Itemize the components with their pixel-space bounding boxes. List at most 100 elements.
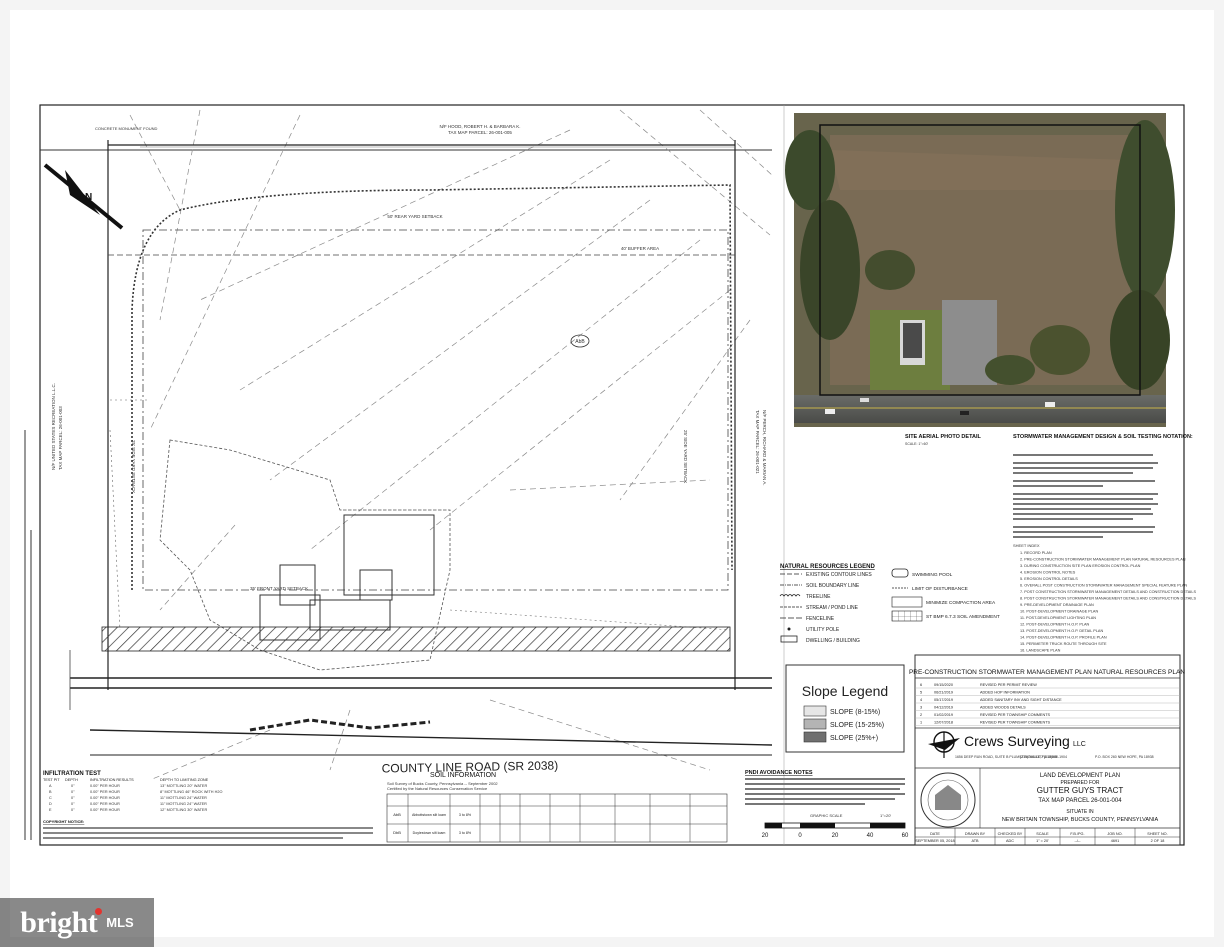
legend-item-label: SWIMMING POOL (912, 572, 953, 578)
title-block: PRE-CONSTRUCTION STORMWATER MANAGEMENT P… (909, 654, 1185, 846)
legend-item-label: ST BMP 6.7.3 SOIL AMENDMENT (926, 614, 1000, 620)
legend-item-fence: FENCELINE (780, 616, 835, 622)
legend-item-label: SOIL BOUNDARY LINE (806, 583, 860, 589)
slope-swatch (803, 731, 827, 743)
sheet-index-item: 6. OVERALL POST CONSTRUCTION STORMWATER … (1020, 584, 1187, 588)
scale-tick-label: 20 (762, 833, 769, 839)
soil-name: Abbottstown silt loam (412, 813, 446, 817)
legend-item-label: FENCELINE (806, 616, 835, 622)
soil-amendment-icon (891, 610, 923, 622)
footer-header: CHECKED BY (998, 832, 1023, 836)
company-po: P.O. BOX 260 NEW HOPE, PA 18938 (1095, 755, 1154, 759)
company-phone: (215)766-0377 (215)840-1904 (1020, 755, 1067, 759)
infiltration-cell: 13" MOTTLING 20" WATER (160, 784, 207, 788)
soil-info-title: SOIL INFORMATION (430, 772, 496, 779)
neighbor-top-parcel: TAX MAP PARCEL: 26-001-005 (448, 130, 512, 135)
front-setback-label: 35' FRONT YARD SETBACK (250, 586, 308, 591)
sheet-index-item: 11. POST-DEVELOPMENT LIGHTING PLAN (1020, 616, 1096, 620)
infiltration-cell: 11" MOTTLING 24" WATER (160, 802, 207, 806)
revision-number: 5 (920, 691, 922, 695)
infiltration-header: INFILTRATION RESULTS (90, 778, 134, 782)
revision-description: REVISED PER PERMIT REVIEW (980, 683, 1037, 687)
dwelling-symbol-icon (780, 635, 798, 643)
soil-info-certified: Certified by the Natural Resources Conse… (387, 786, 488, 791)
bright-logo-text: bright (20, 905, 98, 939)
slope-item-label: SLOPE (8-15%) (830, 709, 880, 716)
sheet-index-item: 7. POST CONSTRUCTION STORMWATER MANAGEME… (1020, 590, 1196, 594)
revision-date: 09/15/2020 (934, 683, 953, 687)
infiltration-cell: 0" (71, 790, 75, 794)
revision-date: 05/17/2019 (934, 698, 953, 702)
sheet-index-item: 14. POST-DEVELOPMENT H.O.P. PROFILE PLAN (1020, 636, 1107, 640)
pndi-notes-text (745, 778, 905, 805)
sheet-index-item: 8. POST CONSTRUCTION STORMWATER MANAGEME… (1020, 597, 1196, 601)
sheet-index-item: 16. LANDSCAPE PLAN (1020, 649, 1061, 653)
infiltration-cell: D (49, 802, 52, 806)
revision-date: 12/07/2018 (934, 721, 953, 725)
soil-name: Doylestown silt loam (413, 831, 446, 835)
tract-name: GUTTER GUYS TRACT (1037, 786, 1124, 795)
project-type: LAND DEVELOPMENT PLAN (1040, 773, 1120, 779)
neighbor-right-label: N/F PERCH, RICHARD & MARIAN A. (762, 410, 767, 486)
setback-envelope (142, 229, 729, 591)
sheet-index-item: 5. EROSION CONTROL DETAILS (1020, 577, 1078, 581)
parcel-number: TAX MAP PARCEL 26-001-004 (1038, 798, 1122, 804)
plan-title: PRE-CONSTRUCTION STORMWATER MANAGEMENT P… (909, 669, 1185, 676)
infiltration-cell: 0.00" PER HOUR (90, 796, 120, 800)
stormwater-title: STORMWATER MANAGEMENT DESIGN & SOIL TEST… (1013, 434, 1193, 440)
legend-item-label: LIMIT OF DISTURBANCE (912, 586, 968, 592)
revision-description: REVISED PER TOWNSHIP COMMENTS (980, 713, 1051, 717)
township-name: NEW BRITAIN TOWNSHIP, BUCKS COUNTY, PENN… (1002, 817, 1159, 823)
neighbor-right-parcel: TAX MAP PARCEL: 26-001-021 (755, 410, 760, 474)
revision-number: 4 (920, 698, 922, 702)
mls-logo-text: MLS (106, 915, 134, 930)
sheet-index-title: SHEET INDEX (1013, 543, 1040, 548)
aerial-scale: SCALE: 1"=60' (905, 442, 929, 446)
soil-slope: 3 to 8% (459, 831, 472, 835)
revision-number: 3 (920, 706, 922, 710)
slope-swatch (803, 718, 827, 730)
neighbor-left-label: N/F UNITED STATES RECREATION L.L.C. (51, 383, 56, 470)
slope-item-label: SLOPE (25%+) (830, 735, 878, 742)
legend-item-amend: ST BMP 6.7.3 SOIL AMENDMENT (891, 610, 1000, 622)
neighbor-left-parcel: TAX MAP PARCEL: 26-001-003 (58, 406, 63, 470)
company-suffix: LLC (1073, 741, 1086, 748)
infiltration-cell: 0.00" PER HOUR (90, 802, 120, 806)
footer-header: DRAWN BY (965, 832, 986, 836)
infiltration-cell: C (49, 796, 52, 800)
sheet-index-item: 10. POST-DEVELOPMENT DRAINAGE PLAN (1020, 610, 1098, 614)
revision-date: 01/02/2019 (934, 713, 953, 717)
listing-image: N N/F HOOD, ROBERT H. & BARBARA K. TAX M… (0, 0, 1224, 947)
natural-resources-legend: NATURAL RESOURCES LEGEND EXISTING CONTOU… (779, 564, 1000, 644)
footer-value: ATB (971, 839, 979, 843)
legend-item-label: STREAM / POND LINE (806, 605, 859, 611)
sheet-index-item: 13. POST-DEVELOPMENT H.O.P. DETAIL PLAN (1020, 629, 1103, 633)
buffer-area-label: 40' BUFFER AREA (621, 246, 659, 251)
aerial-photo (785, 113, 1175, 427)
infiltration-cell: 12" MOTTLING 30" WATER (160, 808, 207, 812)
footer-header: DATE (930, 832, 940, 836)
treeline-symbol-icon (779, 594, 801, 597)
rear-setback-label: 50' REAR YARD SETBACK (387, 214, 442, 219)
pndi-title: PNDI AVOIDANCE NOTES (745, 770, 813, 776)
compaction-area-icon (891, 596, 923, 608)
infiltration-cell: A (49, 784, 52, 788)
legend-title: NATURAL RESOURCES LEGEND (780, 564, 875, 570)
utility-pole-icon (787, 627, 791, 631)
infiltration-cell: 0.00" PER HOUR (90, 790, 120, 794)
footer-header: F.B./PG. (1070, 832, 1084, 836)
footer-header: SHEET NO. (1147, 832, 1167, 836)
site-plan-drawing: N N/F HOOD, ROBERT H. & BARBARA K. TAX M… (24, 104, 1196, 846)
scale-tick-label: 20 (832, 833, 839, 839)
slope-swatch (803, 705, 827, 717)
infiltration-cell: 11" MOTTLING 24" WATER (160, 796, 207, 800)
legend-item-label: EXISTING CONTOUR LINES (806, 572, 872, 578)
infiltration-title: INFILTRATION TEST (43, 771, 101, 777)
graphic-scale-title: GRAPHIC SCALE (810, 813, 843, 818)
footer-value: 4691 (1111, 839, 1119, 843)
sheet-index-item: 1. RECORD PLAN (1020, 551, 1052, 555)
revision-date: 06/21/2019 (934, 691, 953, 695)
footer-header: SCALE (1036, 832, 1049, 836)
revision-number: 1 (920, 721, 922, 725)
infiltration-cell: E (49, 808, 52, 812)
